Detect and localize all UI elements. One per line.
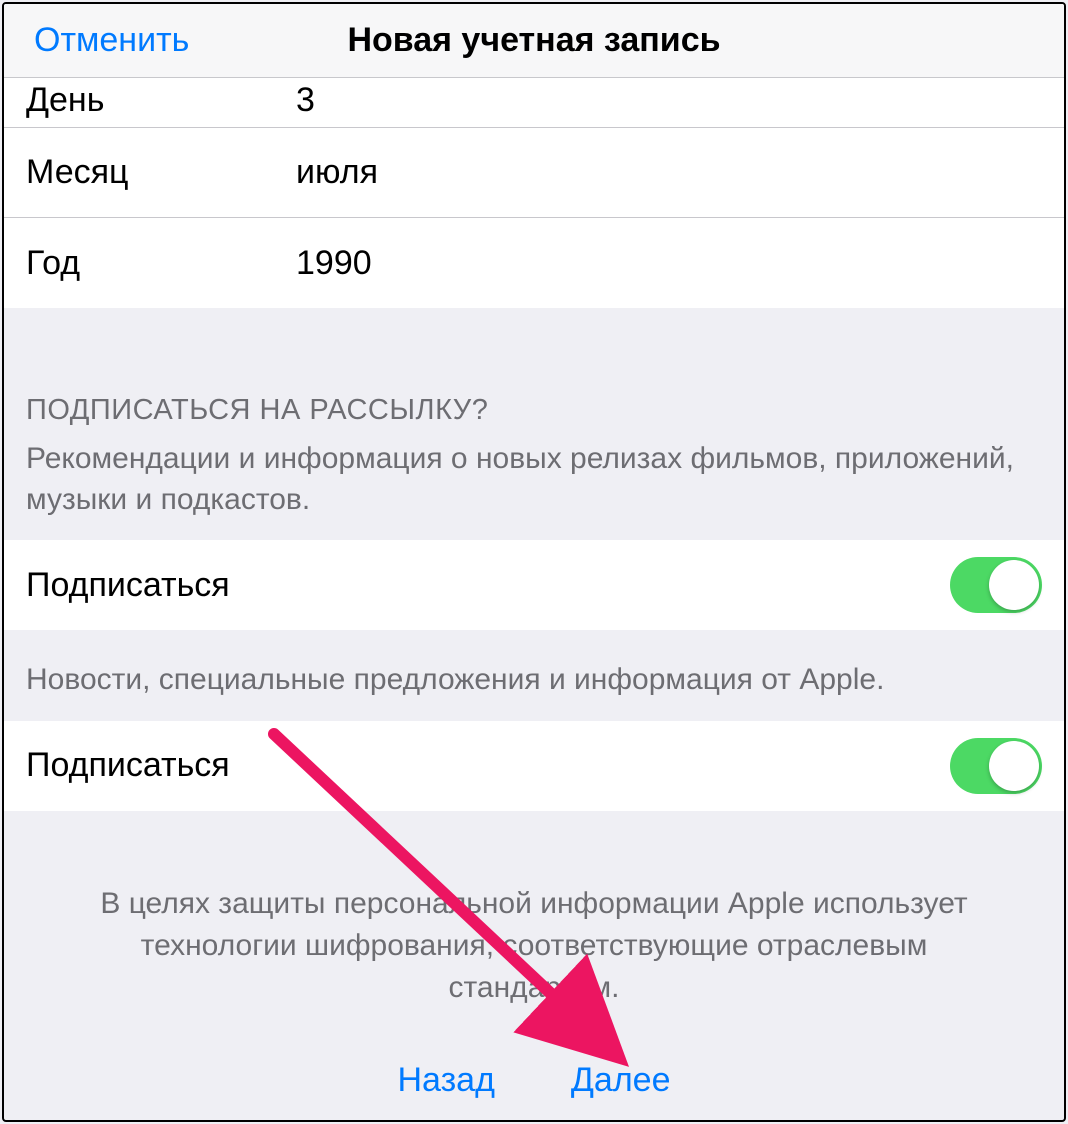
- date-group: День 3 Месяц июля Год 1990: [4, 78, 1064, 308]
- subscribe-toggle-row-1: Подписаться: [4, 540, 1064, 630]
- bottom-nav: Назад Далее: [4, 1061, 1064, 1100]
- subscribe-toggle-label-2: Подписаться: [26, 746, 230, 785]
- cancel-button[interactable]: Отменить: [34, 21, 189, 60]
- month-label: Месяц: [26, 153, 296, 192]
- subscribe-toggle-label-1: Подписаться: [26, 566, 230, 605]
- subscribe-desc-1: Рекомендации и информация о новых релиза…: [4, 439, 1064, 540]
- row-year[interactable]: Год 1990: [4, 218, 1064, 308]
- navbar: Отменить Новая учетная запись: [4, 4, 1064, 78]
- day-value: 3: [296, 83, 315, 117]
- month-value: июля: [296, 153, 378, 192]
- year-label: Год: [26, 244, 296, 283]
- next-button[interactable]: Далее: [571, 1061, 671, 1100]
- back-button[interactable]: Назад: [397, 1061, 494, 1100]
- privacy-footer: В целях защиты персональной информации A…: [4, 811, 1064, 1009]
- day-label: День: [26, 83, 296, 117]
- subscribe-toggle-2[interactable]: [950, 738, 1042, 794]
- row-day[interactable]: День 3: [4, 78, 1064, 128]
- subscribe-toggle-1[interactable]: [950, 557, 1042, 613]
- subscribe-toggle-row-2: Подписаться: [4, 721, 1064, 811]
- subscribe-header: ПОДПИСАТЬСЯ НА РАССЫЛКУ?: [4, 308, 1064, 439]
- year-value: 1990: [296, 244, 372, 283]
- switch-knob: [989, 741, 1039, 791]
- subscribe-desc-2: Новости, специальные предложения и инфор…: [4, 630, 1064, 721]
- row-month[interactable]: Месяц июля: [4, 128, 1064, 218]
- screen-frame: Отменить Новая учетная запись День 3 Мес…: [2, 2, 1066, 1122]
- switch-knob: [989, 560, 1039, 610]
